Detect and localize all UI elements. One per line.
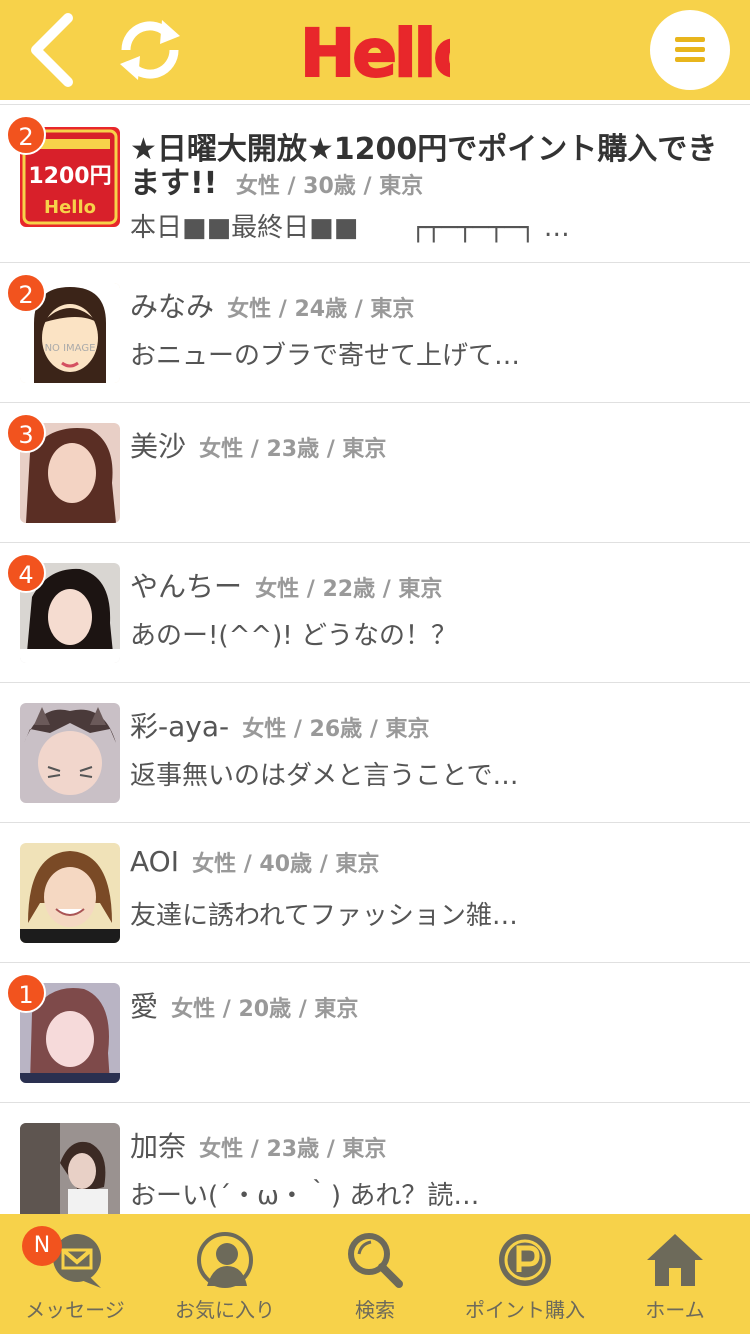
- item-name-line: 美沙 女性 / 23歳 / 東京: [130, 425, 730, 465]
- promo-avatar-logo: Hello: [44, 197, 96, 218]
- list-item[interactable]: 加奈 女性 / 23歳 / 東京 おーい(´・ω・｀) あれ？読…: [0, 1102, 750, 1214]
- tab-home[interactable]: ホーム: [600, 1214, 750, 1334]
- avatar: [20, 703, 120, 803]
- menu-bar-icon: [675, 57, 705, 62]
- item-meta: 女性 / 22歳 / 東京: [255, 577, 443, 602]
- list-item-promo[interactable]: 2 1200円 Hello ★日曜大開放★1200円でポイント購入できます!! …: [0, 104, 750, 262]
- item-message: 返事無いのはダメと言うことで…: [130, 761, 519, 791]
- tab-label: ポイント購入: [465, 1298, 585, 1322]
- item-name: 彩-aya-: [130, 710, 230, 743]
- item-name-line: 愛 女性 / 20歳 / 東京: [130, 985, 730, 1025]
- list-item[interactable]: 彩-aya- 女性 / 26歳 / 東京 返事無いのはダメと言うことで…: [0, 682, 750, 822]
- points-coin-icon: [499, 1234, 551, 1286]
- refresh-icon[interactable]: [112, 12, 188, 88]
- bottom-tab-bar: N メッセージ お気に入り 検索 ポイント購入 ホーム: [0, 1214, 750, 1334]
- item-meta: 女性 / 30歳 / 東京: [235, 174, 424, 199]
- tab-messages[interactable]: N メッセージ: [0, 1214, 150, 1334]
- item-meta: 女性 / 26歳 / 東京: [242, 717, 430, 742]
- tab-search[interactable]: 検索: [300, 1214, 450, 1334]
- avatar: [20, 1123, 120, 1214]
- tab-label: お気に入り: [175, 1298, 275, 1322]
- item-name: やんちー: [130, 570, 243, 603]
- item-name-line: 加奈 女性 / 23歳 / 東京: [130, 1125, 730, 1165]
- item-name: 美沙: [130, 430, 187, 463]
- app-header: Hello: [0, 0, 750, 100]
- app-logo: Hello: [299, 12, 480, 93]
- item-message: あのー!(^^)! どうなの！？: [130, 621, 457, 651]
- no-image-text: NO IMAGE: [45, 343, 96, 354]
- tab-buy-points[interactable]: ポイント購入: [450, 1214, 600, 1334]
- list-item[interactable]: 3 美沙 女性 / 23歳 / 東京: [0, 402, 750, 542]
- promo-avatar-text: 1200円: [28, 164, 111, 189]
- menu-bar-icon: [675, 47, 705, 52]
- unread-badge: 2: [6, 115, 46, 155]
- new-badge: N: [22, 1226, 62, 1266]
- item-name-line: AOI 女性 / 40歳 / 東京: [130, 845, 730, 878]
- search-icon: [348, 1233, 403, 1288]
- item-meta: 女性 / 23歳 / 東京: [199, 1137, 387, 1162]
- list-item[interactable]: 4 やんちー 女性 / 22歳 / 東京 あのー!(^^)! どうなの！？: [0, 542, 750, 682]
- unread-badge: 4: [6, 553, 46, 593]
- item-meta: 女性 / 24歳 / 東京: [227, 297, 415, 322]
- item-name: 愛: [130, 990, 159, 1023]
- menu-button[interactable]: [650, 10, 730, 90]
- home-icon: [647, 1234, 703, 1286]
- item-message: おーい(´・ω・｀) あれ？読…: [130, 1181, 480, 1211]
- menu-bar-icon: [675, 37, 705, 42]
- unread-badge: 2: [6, 273, 46, 313]
- promo-title: ★日曜大開放★1200円でポイント購入できます!! 女性 / 30歳 / 東京: [130, 133, 730, 204]
- item-meta: 女性 / 40歳 / 東京: [192, 852, 380, 877]
- item-name-line: やんちー 女性 / 22歳 / 東京: [130, 565, 730, 605]
- item-name: みなみ: [130, 290, 215, 323]
- item-name: AOI: [130, 845, 179, 878]
- item-name-line: 彩-aya- 女性 / 26歳 / 東京: [130, 705, 730, 745]
- hello-logo-mark: Hello: [299, 14, 480, 93]
- item-meta: 女性 / 23歳 / 東京: [199, 437, 387, 462]
- item-meta: 女性 / 20歳 / 東京: [171, 997, 359, 1022]
- back-chevron-icon[interactable]: [24, 10, 84, 90]
- avatar: [20, 843, 120, 943]
- list-item[interactable]: 1 愛 女性 / 20歳 / 東京: [0, 962, 750, 1102]
- logo-text: Hello: [300, 15, 450, 88]
- item-message: 友達に誘われてファッション雑…: [130, 901, 518, 931]
- message-list: 2 1200円 Hello ★日曜大開放★1200円でポイント購入できます!! …: [0, 100, 750, 1214]
- unread-badge: 3: [6, 413, 46, 453]
- unread-badge: 1: [6, 973, 46, 1013]
- list-item[interactable]: 2 NO IMAGE みなみ 女性 / 24歳 / 東京 おニューのブラで寄せて…: [0, 262, 750, 402]
- tab-label: 検索: [355, 1298, 395, 1322]
- item-title: ★日曜大開放★1200円でポイント購入できます!!: [130, 132, 718, 201]
- tab-label: ホーム: [645, 1298, 705, 1322]
- list-item[interactable]: AOI 女性 / 40歳 / 東京 友達に誘われてファッション雑…: [0, 822, 750, 962]
- item-name-line: みなみ 女性 / 24歳 / 東京: [130, 285, 730, 325]
- tab-label: メッセージ: [25, 1298, 125, 1322]
- tab-favorites[interactable]: お気に入り: [150, 1214, 300, 1334]
- favorite-person-icon: [197, 1232, 253, 1288]
- item-message: 本日■■最終日■■ ┌┬─┬─┬─┐ …: [130, 213, 570, 243]
- item-message: おニューのブラで寄せて上げて…: [130, 341, 521, 371]
- item-name: 加奈: [130, 1130, 187, 1163]
